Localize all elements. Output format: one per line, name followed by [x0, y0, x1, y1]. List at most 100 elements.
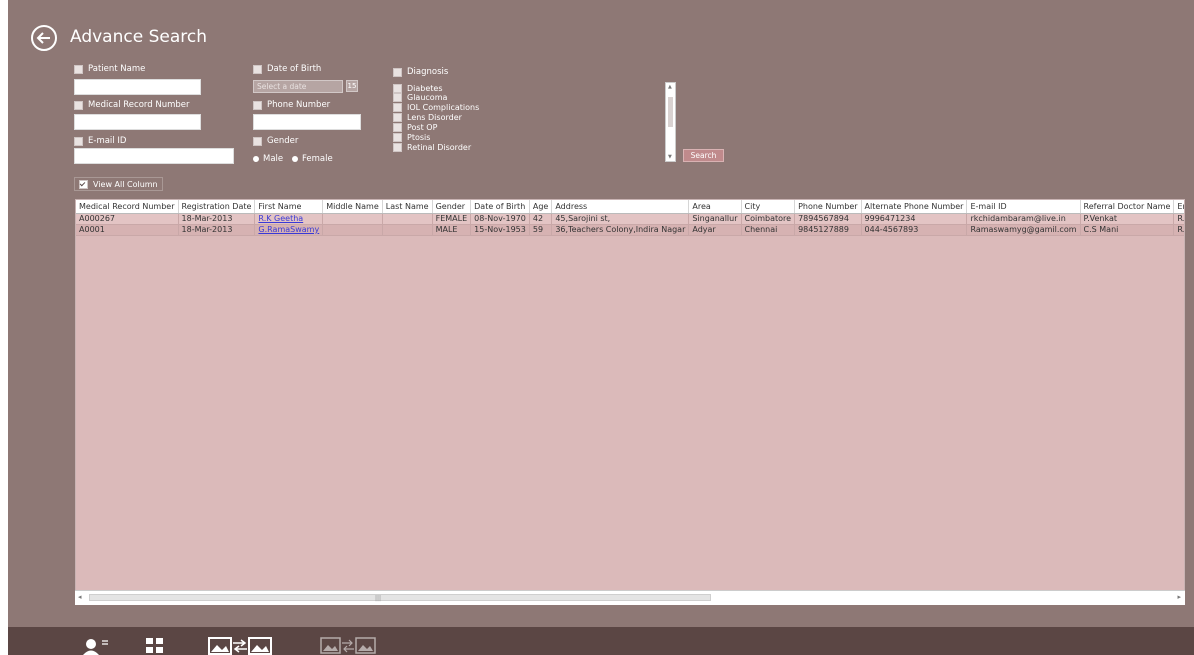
table-cell: 59 — [529, 224, 553, 236]
gender-female-radio[interactable]: Female — [292, 154, 333, 164]
scroll-thumb[interactable] — [668, 97, 673, 127]
column-header[interactable]: Emer — [1173, 200, 1184, 214]
diagnosis-option-checkbox[interactable] — [393, 103, 402, 112]
female-radio-icon[interactable] — [292, 156, 298, 162]
dob-checkbox[interactable] — [253, 64, 262, 74]
table-cell: rkchidambaram@live.in — [966, 213, 1081, 225]
diagnosis-option[interactable]: Lens Disorder — [393, 113, 462, 122]
table-cell: 18-Mar-2013 — [178, 213, 256, 225]
email-label: E-mail ID — [88, 136, 127, 146]
table-row[interactable]: A000267 18-Mar-2013 R.K Geetha FEMALE 08-Nov… — [76, 213, 1184, 225]
table-cell: 7894567894 — [794, 213, 862, 225]
patient-name-filter[interactable]: Patient Name — [74, 64, 145, 74]
gender-filter[interactable]: Gender — [253, 136, 298, 146]
gender-male-radio[interactable]: Male — [253, 154, 283, 164]
diagnosis-option-checkbox[interactable] — [393, 113, 402, 122]
table-cell: P.Venkat — [1080, 213, 1175, 225]
first-name-link[interactable]: G.RamaSwamy — [258, 225, 319, 234]
column-header[interactable]: Medical Record Number — [76, 200, 179, 214]
column-header[interactable]: City — [741, 200, 796, 214]
add-patient-icon[interactable] — [82, 636, 110, 655]
column-header[interactable]: Gender — [432, 200, 472, 214]
phone-checkbox[interactable] — [253, 100, 262, 110]
horizontal-scroll-thumb[interactable]: ||| — [89, 594, 711, 602]
table-cell: 45,Sarojini st, — [551, 213, 690, 225]
diagnosis-option-label: Post OP — [407, 123, 438, 132]
diagnosis-option[interactable]: Glaucoma — [393, 93, 447, 102]
diagnosis-option-checkbox[interactable] — [393, 133, 402, 142]
email-filter[interactable]: E-mail ID — [74, 136, 126, 146]
table-cell: C.S Mani — [1080, 224, 1175, 236]
table-cell: FEMALE — [432, 213, 472, 225]
search-button[interactable]: Search — [683, 149, 724, 162]
compare-images-icon[interactable] — [208, 636, 272, 655]
male-radio-icon[interactable] — [253, 156, 259, 162]
table-cell: R.K Geetha — [254, 213, 324, 225]
view-all-checkbox[interactable] — [79, 179, 88, 189]
diagnosis-option-checkbox[interactable] — [393, 143, 402, 152]
column-header[interactable]: E-mail ID — [966, 200, 1081, 214]
diagnosis-checkbox[interactable] — [393, 67, 402, 77]
diagnosis-option-checkbox[interactable] — [393, 123, 402, 132]
table-cell: 18-Mar-2013 — [178, 224, 256, 236]
dob-label: Date of Birth — [267, 64, 322, 74]
table-cell: Coimbatore — [741, 213, 796, 225]
column-header[interactable]: Age — [529, 200, 553, 214]
column-header[interactable]: Middle Name — [322, 200, 383, 214]
compare-images-disabled-icon — [320, 637, 376, 654]
calendar-icon[interactable]: 15 — [346, 80, 358, 92]
diagnosis-option-checkbox[interactable] — [393, 93, 402, 102]
column-header[interactable]: Phone Number — [794, 200, 862, 214]
table-cell — [322, 224, 383, 236]
column-header[interactable]: Registration Date — [178, 200, 256, 214]
view-all-column-toggle[interactable]: View All Column — [74, 177, 163, 191]
table-cell: R.Kan — [1173, 224, 1184, 236]
phone-label: Phone Number — [267, 100, 331, 110]
mrn-checkbox[interactable] — [74, 100, 83, 110]
grid-view-icon[interactable] — [143, 636, 167, 655]
patient-name-checkbox[interactable] — [74, 64, 83, 74]
diagnosis-option[interactable]: Post OP — [393, 123, 437, 132]
mrn-filter[interactable]: Medical Record Number — [74, 100, 189, 110]
back-button[interactable] — [31, 25, 57, 51]
email-checkbox[interactable] — [74, 136, 83, 146]
diagnosis-option[interactable]: Retinal Disorder — [393, 143, 471, 152]
phone-input[interactable] — [253, 114, 361, 130]
table-cell — [382, 224, 433, 236]
scroll-up-icon[interactable]: ▲ — [668, 84, 672, 90]
diagnosis-option[interactable]: Ptosis — [393, 133, 430, 142]
gender-checkbox[interactable] — [253, 136, 262, 146]
phone-filter[interactable]: Phone Number — [253, 100, 330, 110]
diagnosis-filter[interactable]: Diagnosis — [393, 67, 448, 77]
diagnosis-label: Diagnosis — [407, 67, 449, 77]
table-cell: 42 — [529, 213, 553, 225]
table-header-row: Medical Record Number Registration Date Fi… — [76, 200, 1184, 214]
diagnosis-option-checkbox[interactable] — [393, 84, 402, 93]
scroll-down-icon[interactable]: ▼ — [668, 154, 672, 160]
scroll-left-icon[interactable]: ◂ — [78, 593, 82, 601]
diagnosis-scrollbar[interactable]: ▲ ▼ — [665, 82, 676, 162]
mrn-input[interactable] — [74, 114, 201, 130]
column-header[interactable]: Referral Doctor Name — [1080, 200, 1175, 214]
female-label: Female — [302, 154, 333, 164]
patient-name-input[interactable] — [74, 79, 201, 95]
column-header[interactable]: Date of Birth — [470, 200, 530, 214]
first-name-link[interactable]: R.K Geetha — [258, 214, 303, 223]
column-header[interactable]: Alternate Phone Number — [861, 200, 968, 214]
dob-filter[interactable]: Date of Birth — [253, 64, 321, 74]
table-row[interactable]: A0001 18-Mar-2013 G.RamaSwamy MALE 15-Nov-19… — [76, 224, 1184, 236]
grid-horizontal-scrollbar[interactable]: ◂ ||| ▸ — [75, 590, 1185, 605]
table-cell: Singanallur — [688, 213, 742, 225]
email-input[interactable] — [74, 148, 234, 164]
column-header[interactable]: Last Name — [382, 200, 433, 214]
table-cell: 08-Nov-1970 — [470, 213, 530, 225]
scroll-right-icon[interactable]: ▸ — [1177, 593, 1181, 601]
diagnosis-option[interactable]: IOL Complications — [393, 103, 479, 112]
diagnosis-option[interactable]: Diabetes — [393, 84, 443, 93]
column-header[interactable]: Address — [551, 200, 690, 214]
column-header[interactable]: First Name — [254, 200, 324, 214]
mrn-label: Medical Record Number — [88, 100, 190, 110]
column-header[interactable]: Area — [688, 200, 742, 214]
dob-date-picker[interactable]: Select a date — [253, 80, 343, 93]
table-cell — [382, 213, 433, 225]
